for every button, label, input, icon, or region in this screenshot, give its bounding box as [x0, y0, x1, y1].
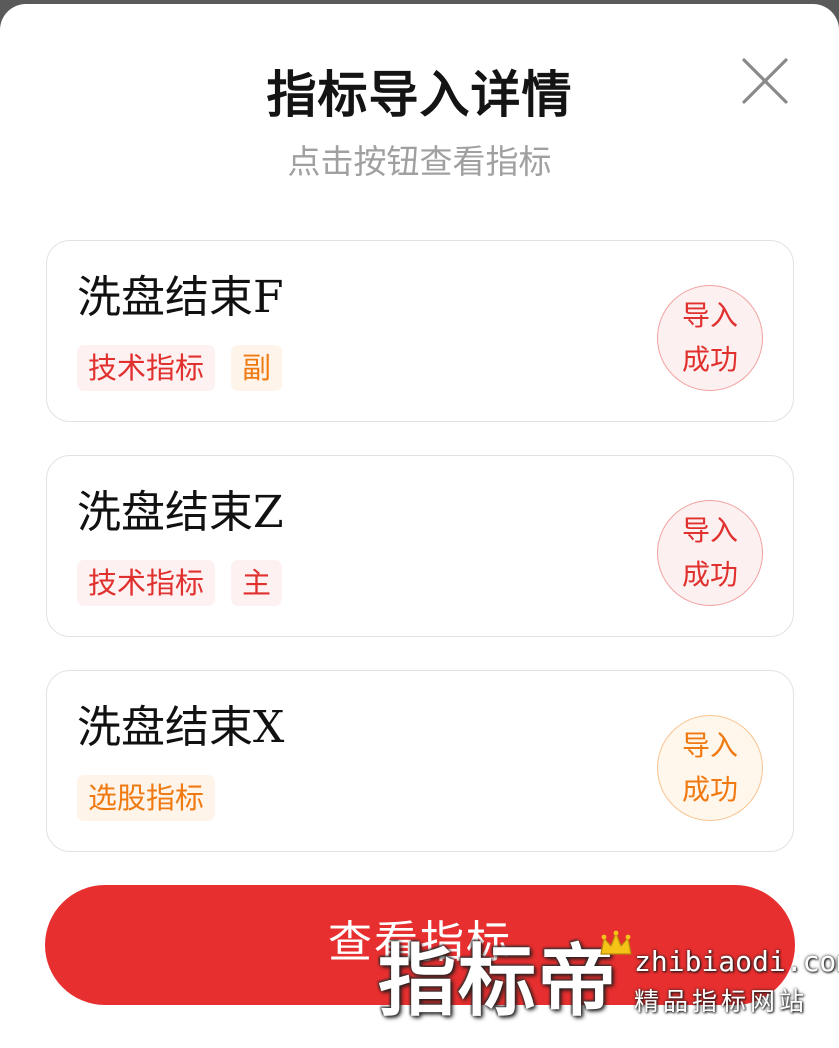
tag-chart-type: 主	[231, 560, 283, 606]
stamp-line-2: 成功	[681, 558, 738, 591]
indicator-card: 洗盘结束X 选股指标 导入 成功	[46, 670, 794, 852]
import-success-stamp: 导入 成功	[657, 715, 763, 821]
stamp-line-2: 成功	[681, 343, 738, 376]
import-success-stamp: 导入 成功	[657, 500, 763, 606]
view-indicators-button[interactable]: 查看指标	[45, 885, 795, 1005]
indicator-tags: 选股指标	[77, 775, 216, 821]
dialog-subtitle: 点击按钮查看指标	[287, 142, 552, 181]
indicator-name: 洗盘结束F	[77, 272, 284, 323]
stamp-line-2: 成功	[681, 773, 738, 806]
indicator-name: 洗盘结束Z	[77, 487, 284, 538]
dialog-title: 指标导入详情	[266, 66, 573, 124]
stamp-line-1: 导入	[681, 299, 738, 332]
tag-category: 选股指标	[77, 775, 216, 821]
close-icon[interactable]	[740, 56, 790, 106]
indicator-card: 洗盘结束Z 技术指标 主 导入 成功	[46, 455, 794, 637]
stamp-line-1: 导入	[681, 514, 738, 547]
import-success-stamp: 导入 成功	[657, 285, 763, 391]
import-details-dialog: 指标导入详情 点击按钮查看指标 洗盘结束F 技术指标 副 导入 成功 洗盘结束Z…	[0, 4, 839, 1048]
stamp-line-1: 导入	[681, 729, 738, 762]
indicator-tags: 技术指标 副	[77, 345, 283, 391]
indicator-name: 洗盘结束X	[77, 702, 285, 753]
indicator-card: 洗盘结束F 技术指标 副 导入 成功	[46, 240, 794, 422]
indicator-tags: 技术指标 主	[77, 560, 283, 606]
tag-chart-type: 副	[231, 345, 283, 391]
tag-category: 技术指标	[77, 345, 216, 391]
tag-category: 技术指标	[77, 560, 216, 606]
